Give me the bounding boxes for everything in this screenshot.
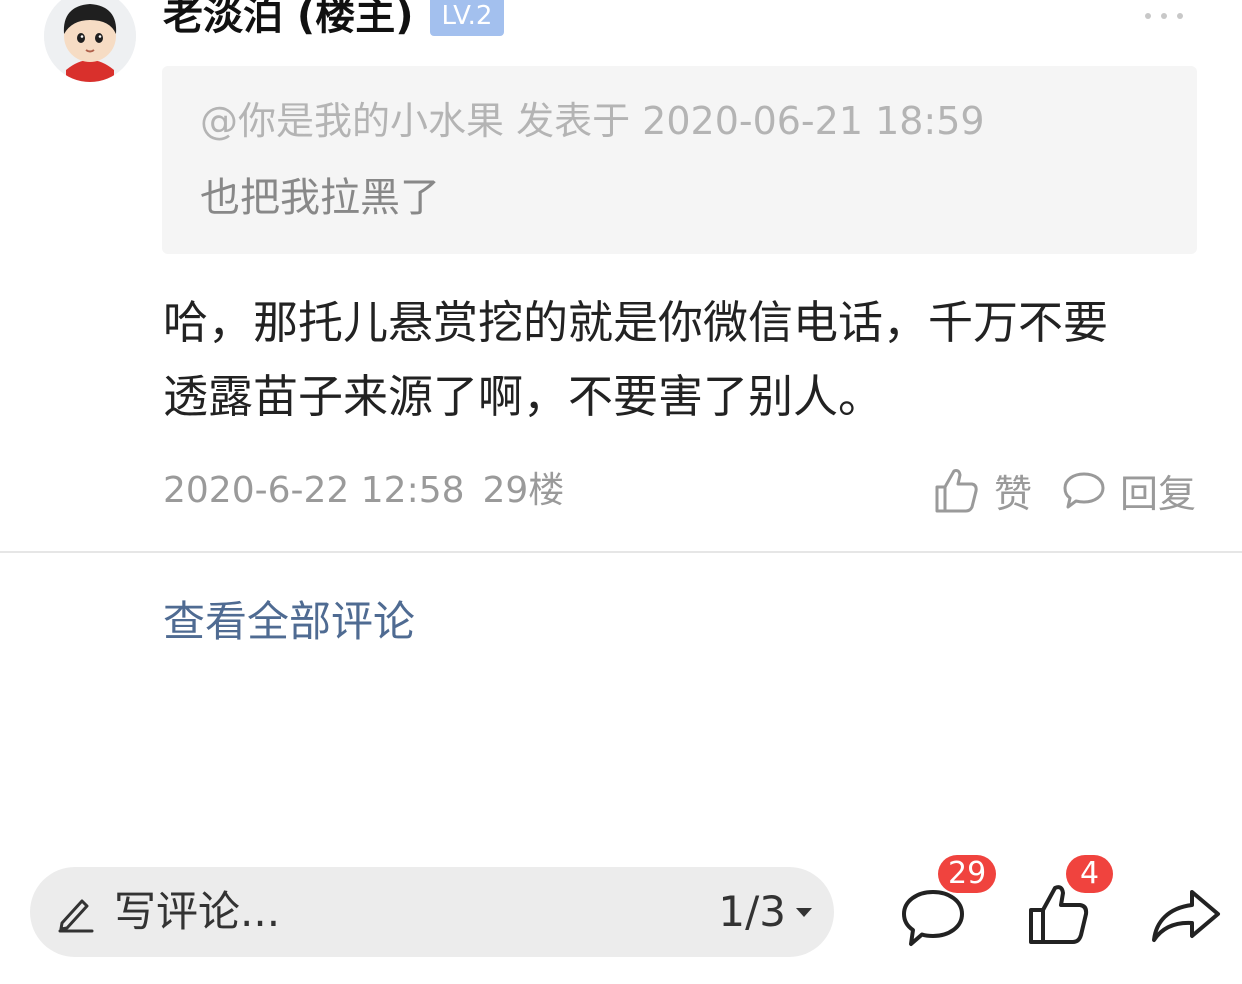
comment-timestamp: 2020-6-22 12:58	[163, 470, 465, 511]
comment-thread-page: 老淡泊 (楼主) LV.2 @你是我的小水果 发表于 2020-06-21 18…	[0, 0, 1242, 984]
comment-body-line: 哈，那托儿悬赏挖的就是你微信电话，千万不要	[163, 296, 1109, 349]
author-row: 老淡泊 (楼主) LV.2	[163, 0, 505, 44]
view-all-comments-link[interactable]: 查看全部评论	[163, 594, 415, 650]
reply-button[interactable]: 回复	[1062, 462, 1196, 518]
like-count-badge: 4	[1066, 855, 1114, 893]
comment-body: 哈，那托儿悬赏挖的就是你微信电话，千万不要 透露苗子来源了啊，不要害了别人。	[163, 286, 1203, 434]
share-arrow-icon[interactable]	[1150, 886, 1222, 944]
reply-label: 回复	[1120, 471, 1197, 516]
quoted-comment-meta: @你是我的小水果 发表于 2020-06-21 18:59	[200, 99, 985, 143]
cartoon-face-icon	[44, 0, 136, 82]
thumbs-up-icon	[935, 469, 978, 513]
bottom-bar: 写评论... 1/3 29 4	[0, 850, 1242, 984]
more-dots-icon[interactable]	[1140, 6, 1188, 26]
comment-meta: 2020-6-22 12:58 29楼	[163, 466, 564, 516]
page-selector[interactable]: 1/3	[718, 883, 814, 941]
comment-bubble-icon[interactable]	[898, 886, 968, 950]
quoted-comment[interactable]: @你是我的小水果 发表于 2020-06-21 18:59 也把我拉黑了	[162, 66, 1197, 254]
comment-count-badge: 29	[938, 855, 997, 893]
floor-number: 29楼	[482, 470, 565, 511]
like-button[interactable]: 赞	[934, 462, 1032, 518]
page-indicator-text: 1/3	[718, 887, 786, 936]
avatar[interactable]	[44, 0, 136, 82]
quoted-comment-text: 也把我拉黑了	[200, 175, 440, 221]
like-label: 赞	[994, 471, 1033, 516]
comment-input-placeholder: 写评论...	[114, 887, 281, 936]
pencil-icon	[58, 899, 94, 933]
comment-bubble-icon	[1063, 472, 1105, 509]
author-name[interactable]: 老淡泊 (楼主)	[163, 0, 414, 44]
divider	[0, 551, 1242, 553]
level-badge: LV.2	[429, 0, 505, 36]
dropdown-caret-icon	[796, 908, 812, 917]
comment-body-line: 透露苗子来源了啊，不要害了别人。	[163, 370, 884, 423]
comment-input[interactable]: 写评论... 1/3	[30, 867, 834, 957]
